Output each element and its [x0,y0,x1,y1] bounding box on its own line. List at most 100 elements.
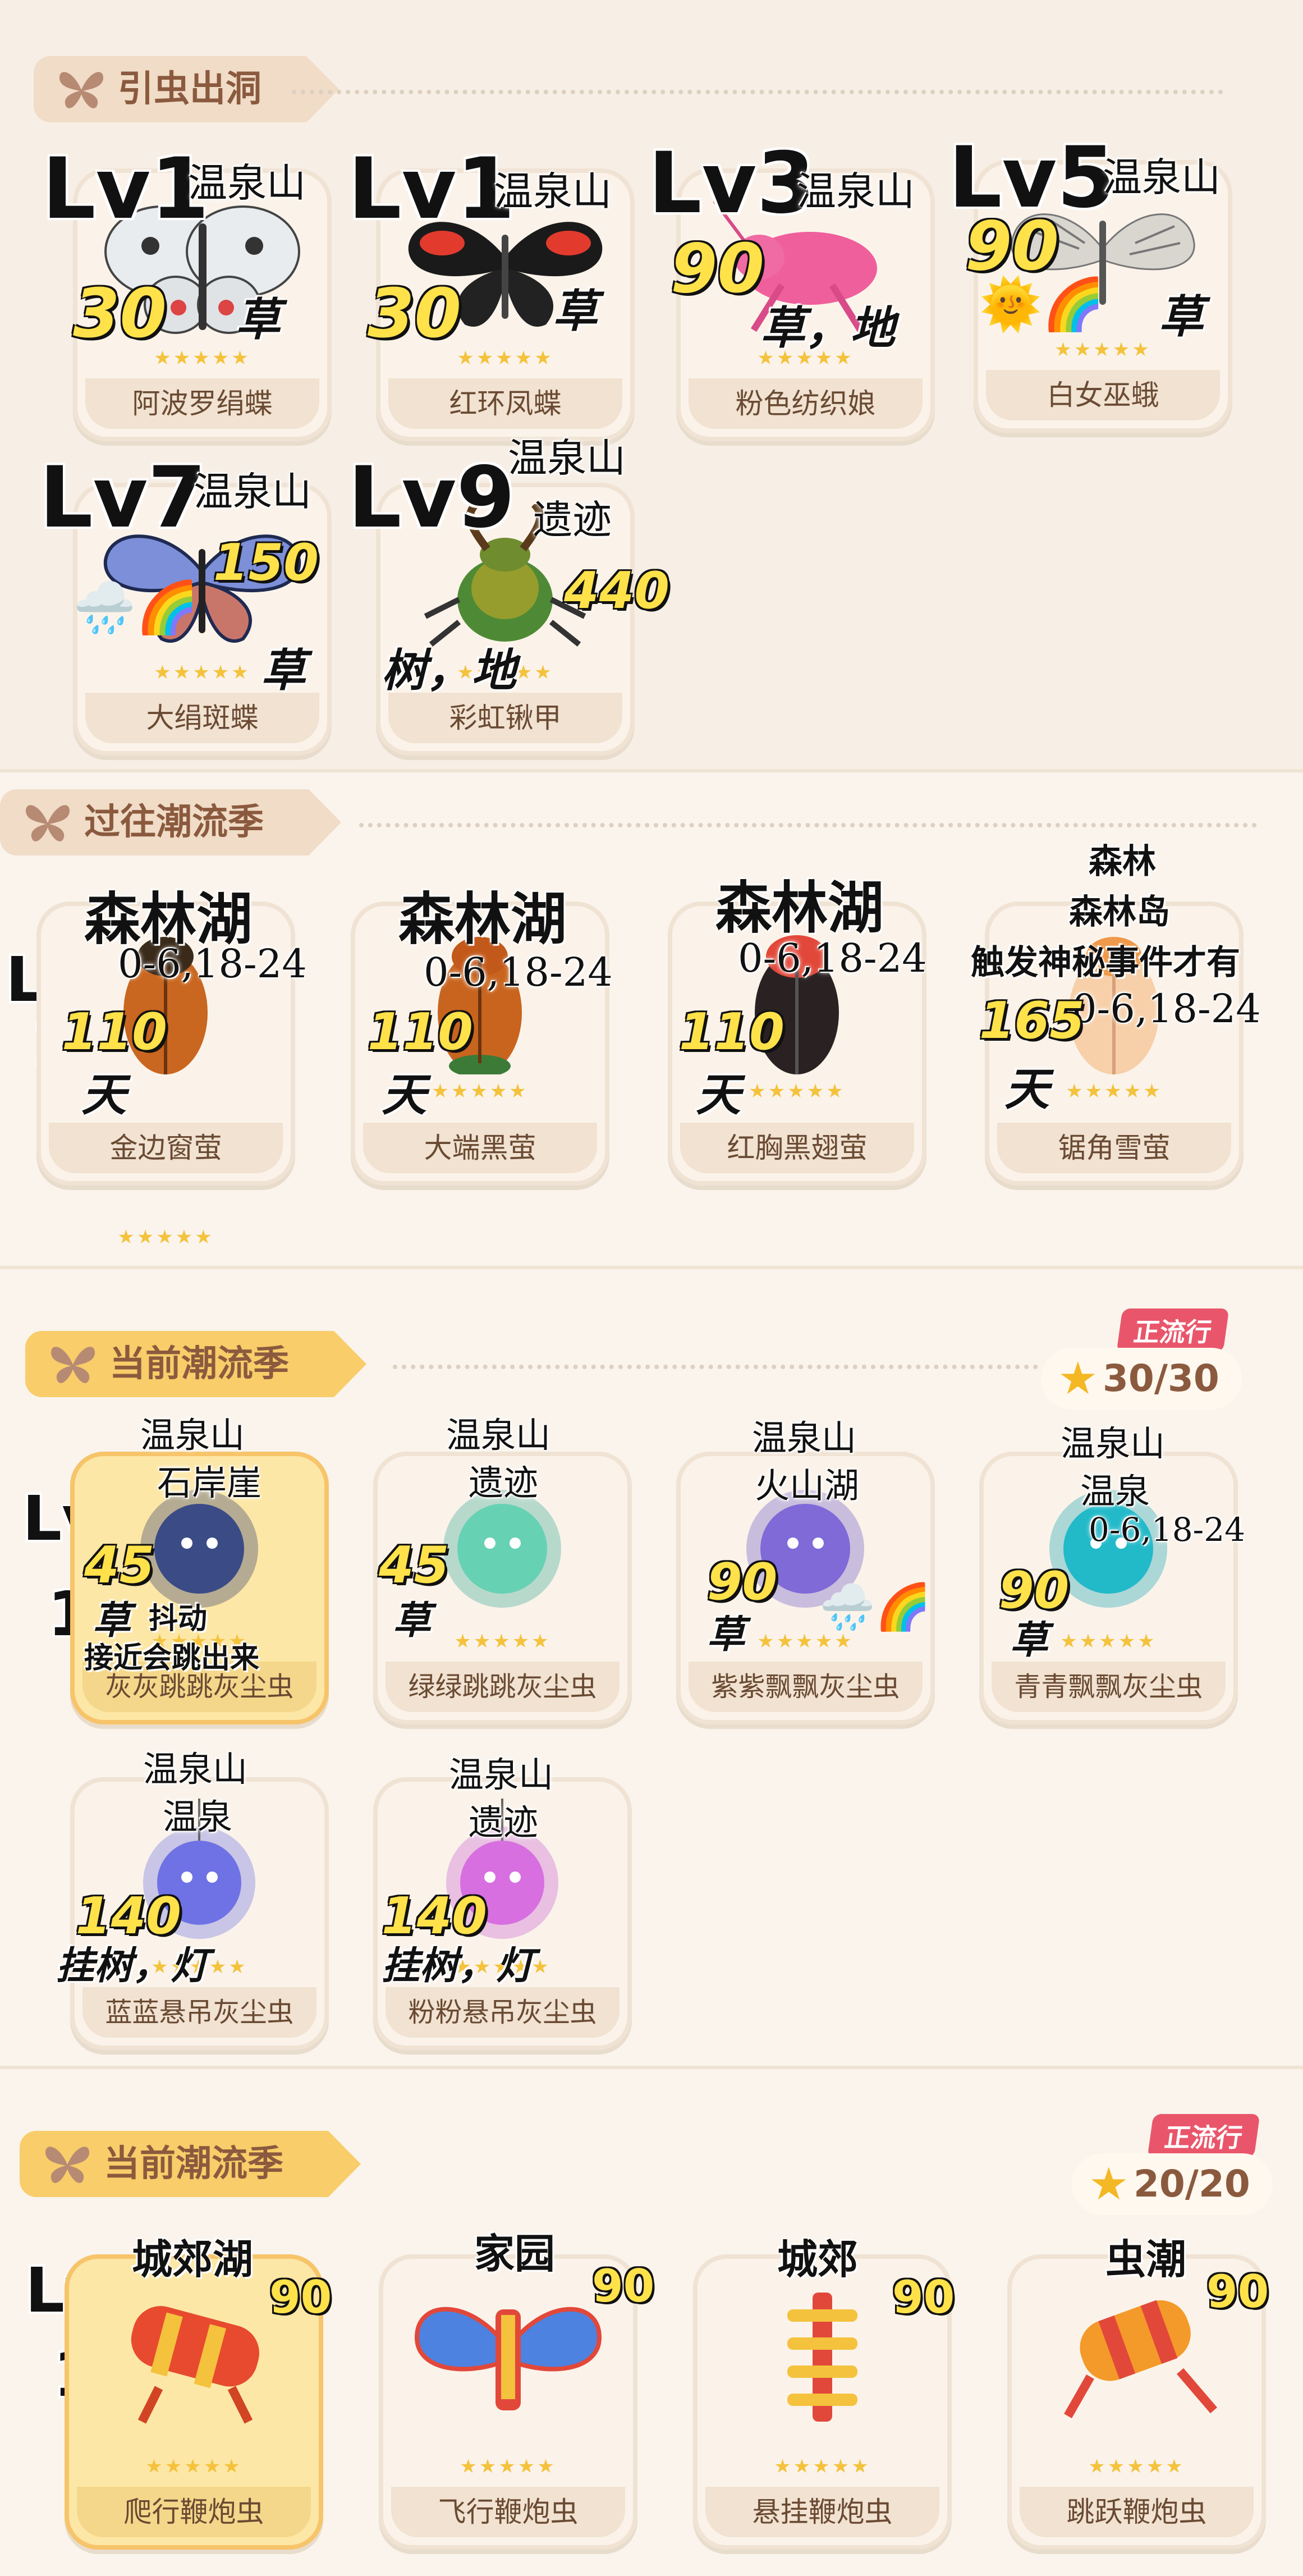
bug-name: 飞行鞭炮虫 [391,2487,625,2537]
bug-name: 红环凤蝶 [388,378,622,429]
counter-value: 30/30 [1103,1357,1219,1400]
price-number: 110 [368,1003,473,1061]
price-number: 110 [679,1003,784,1061]
location-label: 虫潮 [1105,2235,1187,2283]
rating-stars: ★★★★★ [117,1226,214,1248]
location-label: 温泉山 [1103,154,1221,200]
location-label: 温泉山 [1061,1423,1166,1464]
habitat-label: 树，地 [382,644,516,697]
price-number: 90 [1206,2266,1269,2318]
section-title-text: 引虫出洞 [118,68,261,110]
firecracker-bug-icon [131,2306,259,2424]
price-number: 110 [62,1003,167,1061]
habitat-label: 天 [382,1068,426,1121]
section-lure-bugs: 引虫出洞 ★★★★★ 阿波罗绢蝶 Lv1 温泉山 30 草 ★★★★★ 红环凤蝶… [0,0,1303,763]
butterfly-icon [48,1342,98,1386]
location-label-2: 遗迹 [469,1802,539,1843]
section-title-current-2: 当前潮流季 [20,2131,361,2197]
time-label: 0-6,18-24 [1072,986,1261,1032]
habitat-label: 草 [707,1612,746,1657]
location-label: 森林湖 [398,886,567,952]
time-label: 0-6,18-24 [424,949,613,995]
location-label: 温泉山 [752,1417,857,1458]
habitat-label: 草 [1010,1618,1049,1663]
time-label: 0-6,18-24 [118,941,307,987]
location-label: 温泉山 [494,168,612,214]
location-label: 温泉山 [140,1415,245,1456]
location-label-2: 遗迹 [533,497,612,543]
location-label: 温泉山 [188,160,306,206]
bug-name: 悬挂鞭炮虫 [705,2487,939,2537]
price-number: 440 [564,561,669,620]
location-label: 森林 [1089,842,1156,881]
location-label: 温泉山 [143,1749,248,1790]
price-number: 90 [892,2271,955,2323]
bug-name: 彩虹锹甲 [388,693,622,743]
butterfly-icon [56,67,107,111]
level-label: Lv3 [648,135,815,232]
location-label-2: 火山湖 [755,1465,860,1506]
bug-name: 跳跃鞭炮虫 [1020,2487,1254,2537]
bug-name: 粉粉悬吊灰尘虫 [386,1987,620,2038]
butterfly-icon [22,800,73,844]
bug-name: 大端黑萤 [363,1123,597,1173]
bug-name: 粉色纺织娘 [689,378,923,429]
star-icon: ★ [1058,1352,1098,1404]
section-title-past: 过往潮流季 [0,789,341,855]
section-current-season-2: 当前潮流季 正流行 ★ 20/20 Lv 1 ★★★★★ 爬行鞭炮虫 城郊湖 9… [0,2066,1303,2576]
divider [393,1365,1038,1369]
star-icon: ★ [1089,2158,1129,2210]
location-note: 触发神秘事件才有 [971,943,1240,982]
divider [359,823,1257,827]
bug-name: 红胸黑翅萤 [680,1123,914,1173]
time-label: 0-6,18-24 [1089,1511,1246,1549]
bug-name: 大绢斑蝶 [85,693,319,743]
habitat-label: 草 [553,285,598,337]
sunny-rainbow-icon: 🌞🌈 [979,275,1105,334]
level-label: Lv7 [39,449,207,547]
habitat-label: 天 [81,1068,126,1121]
trending-badge: 正流行 [1147,2114,1260,2158]
location-label: 城郊 [777,2235,859,2283]
location-label: 城郊湖 [132,2235,254,2283]
price-number: 90 [965,208,1059,286]
habitat-label: 草 [261,644,306,697]
price-number: 45 [379,1536,449,1595]
location-label-2: 森林岛 [1069,893,1170,932]
firecracker-bug-icon [414,2307,602,2410]
rating-stars: ★★★★★ [1088,2455,1185,2478]
habitat-label: 挂树，灯 [56,1943,209,1988]
habitat-label: 草 [236,293,281,346]
section-title-current: 当前潮流季 [25,1331,366,1397]
section-title-text: 当前潮流季 [109,1343,289,1385]
price-number: 90 [269,2271,332,2323]
time-label: 0-6,18-24 [738,935,927,981]
location-label: 温泉山 [797,168,915,214]
section-title-text: 当前潮流季 [104,2143,283,2185]
bug-name: 白女巫蛾 [986,370,1220,420]
location-label-2: 遗迹 [469,1462,539,1503]
section-current-season: 当前潮流季 正流行 ★ 30/30 Lv 1 ★★★★★ 灰灰跳跳灰尘虫 温泉山… [0,1266,1303,2066]
bug-name: 蓝蓝悬吊灰尘虫 [82,1987,316,2038]
bug-name: 阿波罗绢蝶 [85,378,319,429]
section-past-season: 过往潮流季 Lv 1 ★★★★★ 金边窗萤 森林湖 0-6,18-24 110 … [0,769,1303,1266]
habitat-label: 草 [1159,290,1204,343]
habitat-label: 挂树，灯 [382,1943,535,1988]
price-number: 45 [84,1536,155,1595]
bug-name: 紫紫飘飘灰尘虫 [689,1662,923,1712]
level-label: Lv1 [42,140,209,238]
rating-stars: ★★★★★ [774,2455,871,2478]
location-label: 温泉山 [449,1754,554,1795]
habitat-label: 天 [1004,1063,1049,1115]
habitat-label: 草，地 [760,301,895,354]
star-counter: ★ 20/20 [1072,2153,1273,2215]
habitat-label: 草 [393,1598,432,1643]
bug-name: 锯角雪萤 [997,1123,1231,1173]
level-label: Lv1 [348,140,515,238]
trending-badge: 正流行 [1116,1308,1229,1352]
location-label: 温泉山 [446,1415,551,1456]
divider [292,90,1223,94]
butterfly-icon [42,2142,93,2186]
habitat-label: 天 [696,1068,741,1121]
bug-name: 爬行鞭炮虫 [77,2487,311,2537]
